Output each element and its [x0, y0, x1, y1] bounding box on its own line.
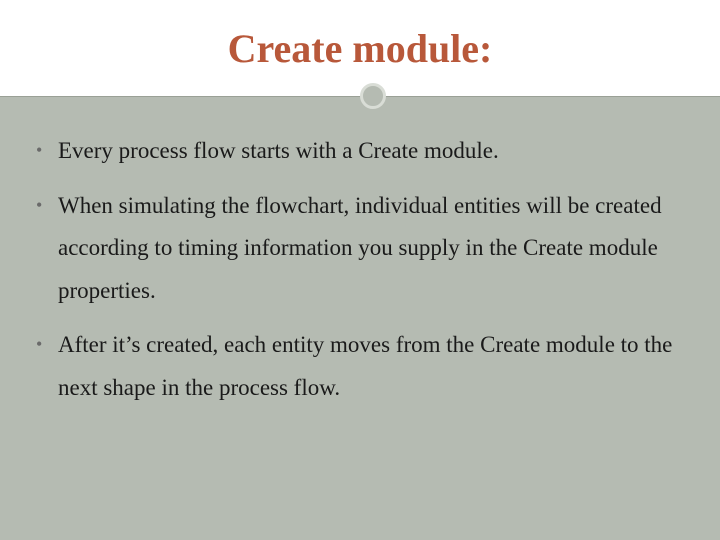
- slide: Create module: Every process flow starts…: [0, 0, 720, 540]
- ring-icon: [360, 83, 386, 109]
- list-item: When simulating the flowchart, individua…: [30, 185, 690, 313]
- slide-header: Create module:: [0, 0, 720, 96]
- slide-title: Create module:: [228, 25, 493, 72]
- bullet-list: Every process flow starts with a Create …: [30, 130, 690, 409]
- list-item: Every process flow starts with a Create …: [30, 130, 690, 173]
- list-item: After it’s created, each entity moves fr…: [30, 324, 690, 409]
- slide-content: Every process flow starts with a Create …: [0, 96, 720, 441]
